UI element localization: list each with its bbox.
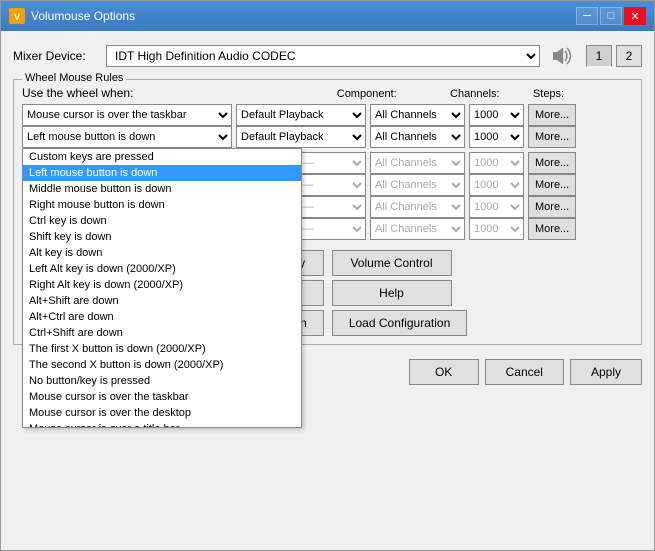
rule-5-more-button[interactable]: More...	[528, 196, 576, 218]
dropdown-item-2[interactable]: Middle mouse button is down	[23, 181, 301, 197]
title-bar-controls: ─ □ ✕	[576, 7, 646, 25]
rule-3-channels-select[interactable]: All Channels	[370, 152, 465, 174]
dropdown-item-10[interactable]: Alt+Ctrl are down	[23, 309, 301, 325]
group-title: Wheel Mouse Rules	[22, 72, 126, 84]
dropdown-item-14[interactable]: No button/key is pressed	[23, 373, 301, 389]
rule-1-component-select[interactable]: Default Playback	[236, 104, 366, 126]
rule-5-steps-select[interactable]: 1000	[469, 196, 524, 218]
use-wheel-label: Use the wheel when: Component: Channels:…	[22, 86, 633, 100]
title-bar: V Volumouse Options ─ □ ✕	[1, 1, 654, 31]
rule-2-component-select[interactable]: Default Playback	[236, 126, 366, 148]
rule-2-condition-select[interactable]: Left mouse button is down	[22, 126, 232, 148]
channels-col-header: Channels:	[450, 88, 500, 100]
dropdown-item-16[interactable]: Mouse cursor is over the desktop	[23, 405, 301, 421]
mixer-device-select[interactable]: IDT High Definition Audio CODEC	[106, 45, 540, 67]
rule-6-steps-select[interactable]: 1000	[469, 218, 524, 240]
condition-dropdown-list[interactable]: Custom keys are pressed Left mouse butto…	[22, 148, 302, 428]
rule-4-more-button[interactable]: More...	[528, 174, 576, 196]
dropdown-item-8[interactable]: Right Alt key is down (2000/XP)	[23, 277, 301, 293]
wheel-mouse-rules-group: Wheel Mouse Rules Use the wheel when: Co…	[13, 79, 642, 345]
rule-row-1: Mouse cursor is over the taskbar Default…	[22, 104, 633, 126]
title-bar-left: V Volumouse Options	[9, 8, 135, 24]
content-area: Mixer Device: IDT High Definition Audio …	[1, 31, 654, 550]
rule-6-more-button[interactable]: More...	[528, 218, 576, 240]
dropdown-item-6[interactable]: Alt key is down	[23, 245, 301, 261]
rule-row-2-container: Left mouse button is down Custom keys ar…	[22, 126, 633, 148]
rule-2-channels-select[interactable]: All Channels	[370, 126, 465, 148]
mixer-device-row: Mixer Device: IDT High Definition Audio …	[13, 41, 642, 71]
rule-2-steps-select[interactable]: 1000	[469, 126, 524, 148]
close-button[interactable]: ✕	[624, 7, 646, 25]
rule-2-dropdown-area: Left mouse button is down Custom keys ar…	[22, 126, 232, 148]
ok-button[interactable]: OK	[409, 359, 479, 385]
dropdown-item-12[interactable]: The first X button is down (2000/XP)	[23, 341, 301, 357]
dropdown-item-15[interactable]: Mouse cursor is over the taskbar	[23, 389, 301, 405]
rule-5-channels-select[interactable]: All Channels	[370, 196, 465, 218]
dropdown-item-4[interactable]: Ctrl key is down	[23, 213, 301, 229]
dropdown-item-5[interactable]: Shift key is down	[23, 229, 301, 245]
svg-text:V: V	[14, 12, 20, 22]
rule-4-steps-select[interactable]: 1000	[469, 174, 524, 196]
steps-col-header: Steps:	[533, 88, 564, 100]
tab-1-button[interactable]: 1	[586, 45, 612, 67]
rule-4-channels-select[interactable]: All Channels	[370, 174, 465, 196]
rule-1-condition-select[interactable]: Mouse cursor is over the taskbar	[22, 104, 232, 126]
component-col-header: Component:	[337, 88, 397, 100]
dropdown-item-7[interactable]: Left Alt key is down (2000/XP)	[23, 261, 301, 277]
rule-3-steps-select[interactable]: 1000	[469, 152, 524, 174]
tab-buttons: 1 2	[586, 45, 642, 67]
rule-1-steps-select[interactable]: 1000	[469, 104, 524, 126]
rule-row-2: Left mouse button is down Custom keys ar…	[22, 126, 633, 148]
window-title: Volumouse Options	[31, 9, 135, 23]
dropdown-item-0[interactable]: Custom keys are pressed	[23, 149, 301, 165]
main-window: V Volumouse Options ─ □ ✕ Mixer Device: …	[0, 0, 655, 551]
help-button[interactable]: Help	[332, 280, 452, 306]
volume-control-button[interactable]: Volume Control	[332, 250, 452, 276]
tab-2-button[interactable]: 2	[616, 45, 642, 67]
apply-button[interactable]: Apply	[570, 359, 642, 385]
rule-1-more-button[interactable]: More...	[528, 104, 576, 126]
dropdown-item-1[interactable]: Left mouse button is down	[23, 165, 301, 181]
load-config-button[interactable]: Load Configuration	[332, 310, 467, 336]
mixer-label: Mixer Device:	[13, 49, 98, 63]
dropdown-item-13[interactable]: The second X button is down (2000/XP)	[23, 357, 301, 373]
rule-2-more-button[interactable]: More...	[528, 126, 576, 148]
maximize-button[interactable]: □	[600, 7, 622, 25]
cancel-button[interactable]: Cancel	[485, 359, 564, 385]
minimize-button[interactable]: ─	[576, 7, 598, 25]
rule-3-more-button[interactable]: More...	[528, 152, 576, 174]
rule-6-channels-select[interactable]: All Channels	[370, 218, 465, 240]
app-icon: V	[9, 8, 25, 24]
dropdown-item-9[interactable]: Alt+Shift are down	[23, 293, 301, 309]
dropdown-item-11[interactable]: Ctrl+Shift are down	[23, 325, 301, 341]
speaker-icon	[548, 41, 578, 71]
dropdown-item-17[interactable]: Mouse cursor is over a title bar	[23, 421, 301, 428]
dropdown-item-3[interactable]: Right mouse button is down	[23, 197, 301, 213]
rule-1-channels-select[interactable]: All Channels	[370, 104, 465, 126]
